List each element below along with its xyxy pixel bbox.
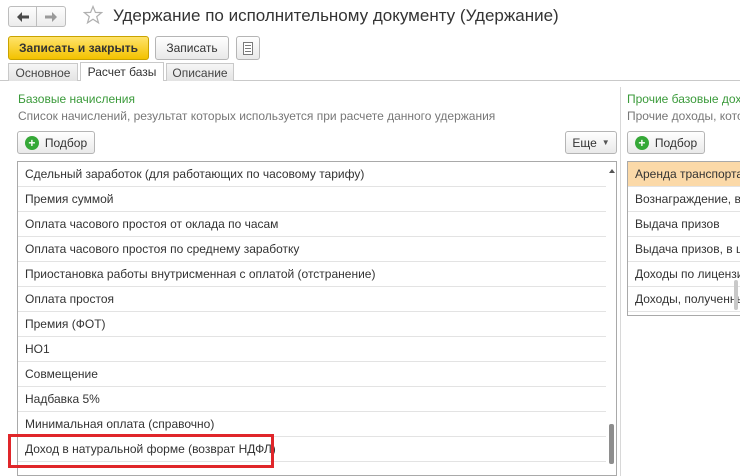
more-label: Еще bbox=[572, 135, 597, 150]
plus-icon: + bbox=[634, 135, 649, 150]
list-item[interactable]: Оплата часового простоя от оклада по час… bbox=[18, 212, 608, 237]
star-icon bbox=[82, 4, 104, 25]
tab-main[interactable]: Основное bbox=[8, 63, 78, 81]
list-item[interactable]: Выдача призов, в це bbox=[628, 237, 740, 262]
right-pick-button[interactable]: + Подбор bbox=[627, 131, 705, 154]
arrow-left-icon bbox=[16, 11, 29, 22]
back-button[interactable] bbox=[8, 6, 37, 27]
list-item[interactable]: Оплата простоя bbox=[18, 287, 608, 312]
list-item[interactable]: Премия (ФОТ) bbox=[18, 312, 608, 337]
list-item[interactable]: Приостановка работы внутрисменная с опла… bbox=[18, 262, 608, 287]
left-pick-button[interactable]: + Подбор bbox=[17, 131, 95, 154]
left-pick-label: Подбор bbox=[44, 135, 88, 150]
favorite-button[interactable] bbox=[82, 4, 104, 28]
list-item[interactable]: Надбавка 5% bbox=[18, 387, 608, 412]
other-income-hint: Прочие доходы, котор bbox=[627, 109, 740, 123]
base-accruals-list[interactable]: Сдельный заработок (для работающих по ча… bbox=[17, 161, 617, 476]
scroll-up-icon[interactable] bbox=[609, 169, 615, 173]
save-button[interactable]: Записать bbox=[155, 36, 229, 60]
base-accruals-hint: Список начислений, результат которых исп… bbox=[18, 109, 496, 123]
scrollbar-thumb[interactable] bbox=[609, 424, 614, 464]
plus-icon: + bbox=[24, 135, 39, 150]
list-item[interactable]: Доходы, полученны bbox=[628, 287, 740, 312]
other-income-list[interactable]: Аренда транспорта Вознаграждение, вы Выд… bbox=[627, 161, 740, 316]
other-income-title: Прочие базовые дохо bbox=[627, 92, 740, 106]
base-accruals-title: Базовые начисления bbox=[18, 92, 135, 106]
more-button[interactable]: Еще ▼ bbox=[565, 131, 617, 154]
list-button[interactable] bbox=[236, 36, 260, 60]
chevron-down-icon: ▼ bbox=[601, 138, 610, 147]
list-item[interactable]: НО1 bbox=[18, 337, 608, 362]
vertical-scrollbar[interactable] bbox=[606, 162, 616, 475]
list-item-selected[interactable]: Аренда транспорта bbox=[628, 162, 740, 187]
arrow-right-icon bbox=[45, 11, 57, 22]
save-and-close-button[interactable]: Записать и закрыть bbox=[8, 36, 149, 60]
list-item[interactable]: Оплата часового простоя по среднему зара… bbox=[18, 237, 608, 262]
window-title: Удержание по исполнительному документу (… bbox=[113, 6, 559, 25]
right-pick-label: Подбор bbox=[654, 135, 698, 150]
tab-description[interactable]: Описание bbox=[166, 63, 234, 81]
highlight-box bbox=[8, 434, 274, 468]
forward-button[interactable] bbox=[37, 6, 66, 27]
tab-base-calculation[interactable]: Расчет базы bbox=[80, 62, 164, 81]
list-item[interactable]: Сдельный заработок (для работающих по ча… bbox=[18, 162, 608, 187]
list-item[interactable]: Совмещение bbox=[18, 362, 608, 387]
list-item[interactable]: Премия суммой bbox=[18, 187, 608, 212]
list-item[interactable]: Вознаграждение, вы bbox=[628, 187, 740, 212]
right-scrollbar-thumb[interactable] bbox=[734, 280, 738, 310]
list-item[interactable]: Выдача призов bbox=[628, 212, 740, 237]
list-icon bbox=[243, 41, 253, 55]
panel-divider[interactable] bbox=[620, 87, 621, 476]
app-window: Удержание по исполнительному документу (… bbox=[0, 0, 740, 476]
list-item[interactable]: Доходы по лицензио bbox=[628, 262, 740, 287]
